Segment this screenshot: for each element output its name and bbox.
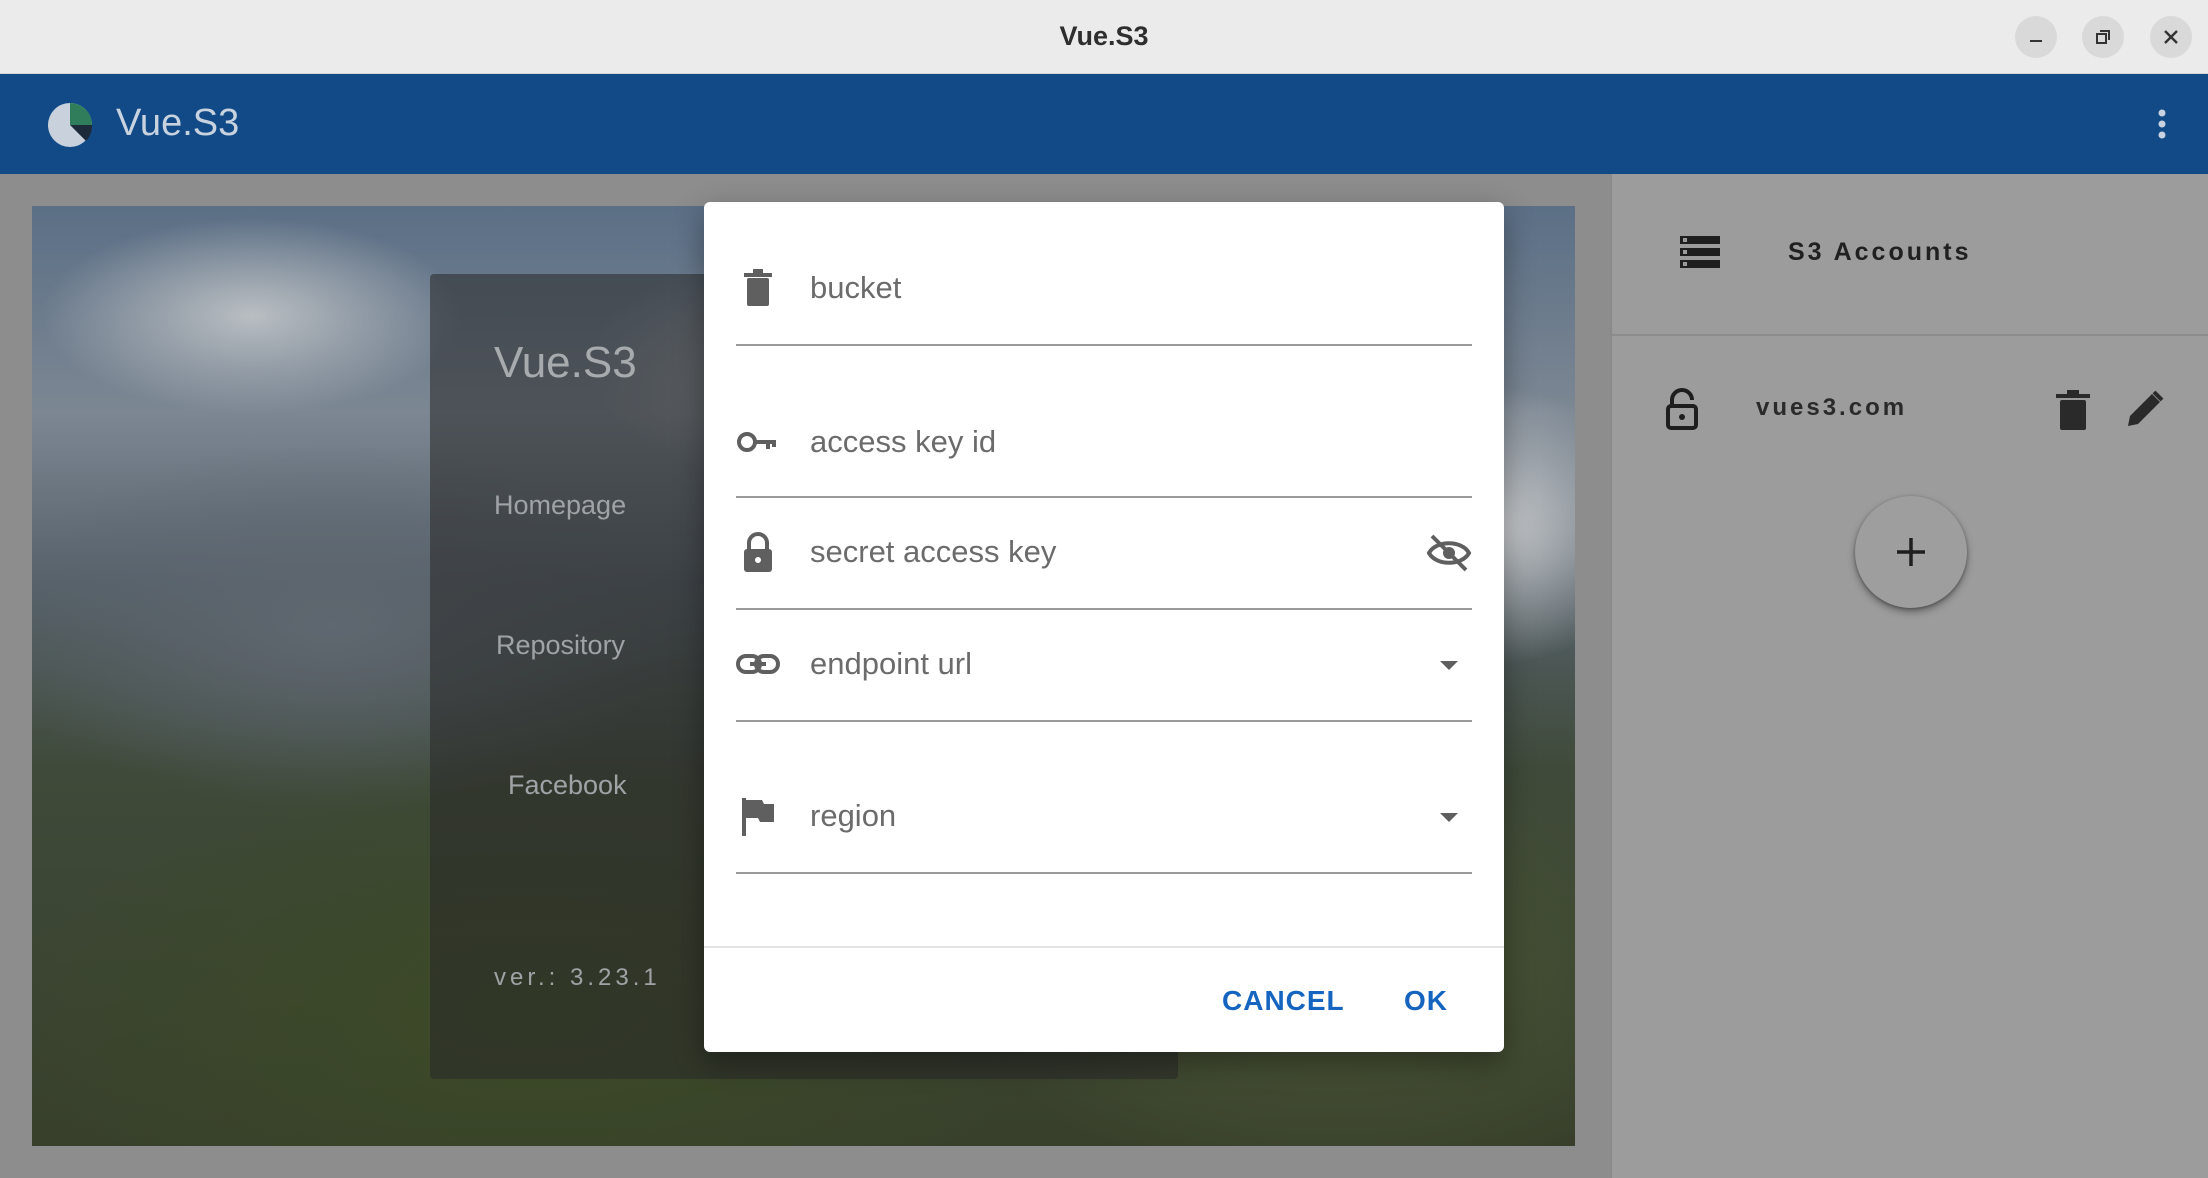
accounts-panel: S3 Accounts vues3.com [1610,174,2208,1178]
add-account-button[interactable] [1855,496,1967,608]
region-select[interactable]: region [736,720,1472,874]
facebook-link[interactable]: Facebook [508,770,627,801]
eye-off-icon[interactable] [1426,530,1472,576]
bucket-field[interactable]: bucket [736,242,1472,346]
account-dialog: bucket access key id secret access key e… [704,202,1504,1052]
close-icon [2164,30,2178,44]
endpoint-url-label: endpoint url [810,646,973,681]
flag-icon [742,798,774,836]
bucket-label: bucket [810,270,902,305]
close-button[interactable] [2150,16,2192,58]
cancel-button[interactable]: CANCEL [1206,972,1361,1030]
secret-key-label: secret access key [810,534,1057,569]
lock-icon [744,532,772,572]
app-title: Vue.S3 [116,102,240,144]
accounts-header-label: S3 Accounts [1788,238,1972,266]
storage-icon [1680,236,1720,268]
account-item[interactable]: vues3.com [1612,370,2208,450]
dropdown-arrow-icon[interactable] [1426,642,1472,688]
trash-bin-icon [744,269,772,306]
window-title: Vue.S3 [1059,21,1149,51]
plus-icon [1897,538,1925,566]
dialog-divider [704,946,1504,948]
minimize-icon [2030,40,2042,42]
more-vertical-icon[interactable] [2142,104,2182,144]
restore-icon [2096,30,2110,44]
ok-button[interactable]: OK [1388,972,1464,1030]
key-icon [737,432,776,452]
minimize-button[interactable] [2015,16,2057,58]
secret-key-field[interactable]: secret access key [736,496,1472,610]
version-label: ver.: 3.23.1 [494,964,661,991]
pencil-icon[interactable] [2124,388,2166,430]
app-bar: Vue.S3 [0,74,2208,174]
hero-title: Vue.S3 [494,338,637,387]
window-titlebar: Vue.S3 [0,0,2208,74]
restore-button[interactable] [2082,16,2124,58]
endpoint-url-select[interactable]: endpoint url [736,608,1472,722]
homepage-link[interactable]: Homepage [494,490,626,521]
pie-logo-icon [48,103,93,147]
repository-link[interactable]: Repository [496,630,625,661]
access-key-field[interactable]: access key id [736,392,1472,498]
access-key-label: access key id [810,424,997,459]
dropdown-arrow-icon[interactable] [1426,794,1472,840]
accounts-header: S3 Accounts [1612,174,2208,336]
lock-open-icon [1666,388,1698,430]
region-label: region [810,798,897,833]
link-icon [736,654,780,674]
account-name: vues3.com [1756,394,1908,421]
delete-icon[interactable] [2052,388,2094,432]
